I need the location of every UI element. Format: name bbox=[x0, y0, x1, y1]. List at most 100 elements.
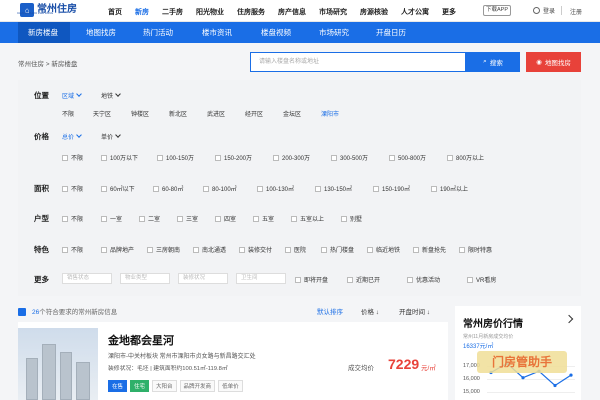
register-link[interactable]: 注册 bbox=[570, 7, 582, 16]
location-option[interactable]: 经开区 bbox=[245, 109, 263, 118]
more-option[interactable]: 即将开盘 bbox=[295, 275, 328, 284]
checkbox[interactable] bbox=[62, 246, 68, 253]
nav-property[interactable]: 阳光物业 bbox=[196, 7, 224, 17]
checkbox[interactable] bbox=[295, 276, 301, 283]
tab-calendar[interactable]: 开盘日历 bbox=[376, 22, 406, 43]
total-price-tab[interactable]: 总价 bbox=[62, 132, 82, 141]
checkbox[interactable] bbox=[101, 154, 107, 161]
checkbox[interactable] bbox=[153, 185, 159, 192]
nav-info[interactable]: 房产信息 bbox=[278, 7, 306, 17]
area-option[interactable]: 不限 bbox=[62, 184, 83, 193]
login-link[interactable]: 登录 bbox=[533, 6, 555, 15]
sort-default[interactable]: 默认排序 bbox=[317, 306, 343, 316]
area-option[interactable]: 60㎡以下 bbox=[101, 184, 135, 193]
checkbox[interactable] bbox=[147, 246, 153, 253]
nav-more[interactable]: 更多 bbox=[442, 7, 456, 17]
layout-option[interactable]: 一室 bbox=[101, 214, 122, 223]
checkbox[interactable] bbox=[431, 185, 437, 192]
nav-talent[interactable]: 人才公寓 bbox=[401, 7, 429, 17]
sort-open-time[interactable]: 开盘时间 ↓ bbox=[399, 306, 430, 316]
checkbox[interactable] bbox=[389, 154, 395, 161]
tab-map[interactable]: 地图找房 bbox=[86, 22, 116, 43]
sale-status-select[interactable]: 销售状态 bbox=[62, 273, 112, 284]
location-option[interactable]: 武进区 bbox=[207, 109, 225, 118]
feature-option[interactable]: 新盘抢先 bbox=[413, 245, 446, 254]
listing-name[interactable]: 金地都会星河 bbox=[108, 332, 174, 348]
area-option[interactable]: 60-80㎡ bbox=[153, 184, 183, 193]
layout-option[interactable]: 四室 bbox=[215, 214, 236, 223]
location-option[interactable]: 钟楼区 bbox=[131, 109, 149, 118]
search-button[interactable]: ⌕ 搜索 bbox=[466, 52, 520, 72]
price-option[interactable]: 150-200万 bbox=[215, 153, 252, 162]
area-mode-tab[interactable]: 区域 bbox=[62, 91, 82, 100]
checkbox[interactable] bbox=[291, 215, 297, 222]
price-option[interactable]: 300-500万 bbox=[331, 153, 368, 162]
feature-option[interactable]: 热门楼盘 bbox=[321, 245, 354, 254]
location-option[interactable]: 金坛区 bbox=[283, 109, 301, 118]
checkbox[interactable] bbox=[257, 185, 263, 192]
checkbox[interactable] bbox=[459, 246, 465, 253]
price-option[interactable]: 200-300万 bbox=[273, 153, 310, 162]
metro-mode-tab[interactable]: 地铁 bbox=[101, 91, 121, 100]
checkbox[interactable] bbox=[341, 215, 347, 222]
nav-verify[interactable]: 房源核验 bbox=[360, 7, 388, 17]
checkbox[interactable] bbox=[347, 276, 353, 283]
more-option[interactable]: 优惠活动 bbox=[407, 275, 440, 284]
listing-photo[interactable] bbox=[18, 328, 98, 400]
checkbox[interactable] bbox=[215, 154, 221, 161]
price-option[interactable]: 800万以上 bbox=[447, 153, 484, 162]
tab-news[interactable]: 楼市资讯 bbox=[202, 22, 232, 43]
feature-option[interactable]: 限时特惠 bbox=[459, 245, 492, 254]
more-option[interactable]: VR看房 bbox=[467, 275, 496, 284]
price-option[interactable]: 100-150万 bbox=[157, 153, 194, 162]
checkbox[interactable] bbox=[447, 154, 453, 161]
price-option[interactable]: 不限 bbox=[62, 153, 83, 162]
location-option-selected[interactable]: 溧阳市 bbox=[321, 109, 339, 118]
feature-option[interactable]: 南北通透 bbox=[193, 245, 226, 254]
feature-option[interactable]: 医院 bbox=[285, 245, 306, 254]
layout-option[interactable]: 二室 bbox=[139, 214, 160, 223]
search-input[interactable]: 请输入楼盘名称或地址 bbox=[250, 52, 466, 72]
checkbox[interactable] bbox=[315, 185, 321, 192]
feature-option[interactable]: 三房朝南 bbox=[147, 245, 180, 254]
feature-option[interactable]: 不限 bbox=[62, 245, 83, 254]
checkbox[interactable] bbox=[367, 246, 373, 253]
nav-research[interactable]: 市场研究 bbox=[319, 7, 347, 17]
nav-second-hand[interactable]: 二手房 bbox=[162, 7, 183, 17]
nav-new-house[interactable]: 新房 bbox=[135, 7, 149, 17]
tab-videos[interactable]: 楼盘视频 bbox=[261, 22, 291, 43]
layout-option[interactable]: 别墅 bbox=[341, 214, 362, 223]
location-option[interactable]: 新北区 bbox=[169, 109, 187, 118]
checkbox[interactable] bbox=[101, 246, 107, 253]
price-option[interactable]: 500-800万 bbox=[389, 153, 426, 162]
checkbox[interactable] bbox=[193, 246, 199, 253]
checkbox[interactable] bbox=[177, 215, 183, 222]
tab-events[interactable]: 热门活动 bbox=[143, 22, 173, 43]
more-option[interactable]: 近期已开 bbox=[347, 275, 380, 284]
layout-option[interactable]: 不限 bbox=[62, 214, 83, 223]
checkbox[interactable] bbox=[139, 215, 145, 222]
checkbox[interactable] bbox=[253, 215, 259, 222]
checkbox[interactable] bbox=[373, 185, 379, 192]
checkbox[interactable] bbox=[413, 246, 419, 253]
unit-price-tab[interactable]: 单价 bbox=[101, 132, 121, 141]
download-app-button[interactable]: 下载APP bbox=[483, 5, 511, 16]
bathroom-select[interactable]: 卫生间 bbox=[236, 273, 286, 284]
property-type-select[interactable]: 物业类型 bbox=[120, 273, 170, 284]
decoration-select[interactable]: 装修状况 bbox=[178, 273, 228, 284]
checkbox[interactable] bbox=[62, 215, 68, 222]
checkbox[interactable] bbox=[203, 185, 209, 192]
checkbox[interactable] bbox=[215, 215, 221, 222]
checkbox[interactable] bbox=[157, 154, 163, 161]
checkbox[interactable] bbox=[285, 246, 291, 253]
checkbox[interactable] bbox=[331, 154, 337, 161]
feature-option[interactable]: 临近地铁 bbox=[367, 245, 400, 254]
checkbox[interactable] bbox=[467, 276, 473, 283]
checkbox[interactable] bbox=[321, 246, 327, 253]
location-option[interactable]: 不限 bbox=[62, 109, 74, 118]
feature-option[interactable]: 品牌地产 bbox=[101, 245, 134, 254]
checkbox[interactable] bbox=[101, 215, 107, 222]
area-option[interactable]: 100-130㎡ bbox=[257, 184, 294, 193]
tab-research[interactable]: 市场研究 bbox=[319, 22, 349, 43]
sort-price[interactable]: 价格 ↓ bbox=[361, 306, 379, 316]
